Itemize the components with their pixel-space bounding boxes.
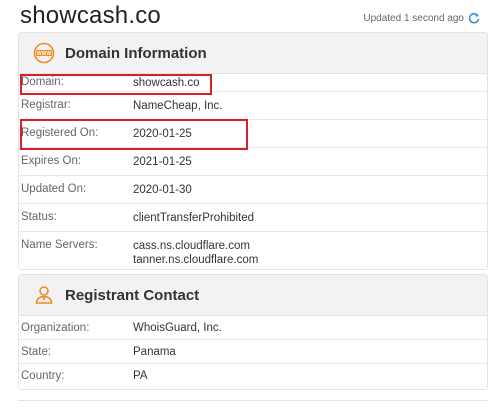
row-label: State: — [21, 346, 52, 358]
row-label: Name Servers: — [21, 239, 98, 251]
page-title: showcash.co — [20, 2, 161, 29]
registrant-row: Country: PA — [19, 364, 487, 388]
row-value: Panama — [133, 346, 176, 358]
row-value-line: tanner.ns.cloudflare.com — [133, 254, 259, 266]
domain-information-title: Domain Information — [65, 44, 207, 62]
person-icon — [33, 284, 55, 306]
updated-text: Updated 1 second ago — [363, 12, 464, 24]
registered-on-highlight-box — [20, 119, 248, 150]
registrant-row: Organization: WhoisGuard, Inc. — [19, 316, 487, 340]
domain-highlight-box — [20, 74, 212, 95]
row-value-line: NameCheap, Inc. — [133, 100, 223, 112]
row-value: PA — [133, 370, 148, 382]
domain-row: Status: clientTransferProhibited — [19, 204, 487, 232]
domain-information-card: WWW Domain Information Domain: showcash.c… — [18, 32, 488, 270]
row-value-line: cass.ns.cloudflare.com — [133, 240, 250, 252]
row-value: clientTransferProhibited — [133, 211, 254, 225]
update-status: Updated 1 second ago — [363, 12, 480, 24]
registrant-contact-card: Registrant Contact Organization: WhoisGua… — [18, 274, 488, 390]
domain-row: Registrar: NameCheap, Inc. — [19, 92, 487, 120]
row-label: Country: — [21, 370, 65, 382]
domain-row: Updated On: 2020-01-30 — [19, 176, 487, 204]
refresh-icon[interactable] — [468, 12, 480, 24]
page-header: showcash.co Updated 1 second ago — [20, 0, 488, 32]
row-label: Status: — [21, 211, 57, 223]
row-label: Expires On: — [21, 155, 82, 167]
row-value: 2021-01-25 — [133, 155, 192, 169]
domain-information-rows: Domain: showcash.co Registrar: NameCheap, I… — [19, 74, 487, 276]
row-value-line: 2020-01-30 — [133, 184, 192, 196]
row-label: Organization: — [21, 322, 90, 334]
row-value: 2020-01-30 — [133, 183, 192, 197]
row-value-line: clientTransferProhibited — [133, 212, 255, 224]
domain-row: Name Servers: cass.ns.cloudflare.com tanne… — [19, 232, 487, 276]
registrant-contact-rows: Organization: WhoisGuard, Inc. State: Panam… — [19, 316, 487, 388]
row-value: NameCheap, Inc. — [133, 99, 223, 113]
row-value-line: 2021-01-25 — [133, 156, 192, 168]
registrant-row: State: Panama — [19, 340, 487, 364]
svg-text:WWW: WWW — [37, 51, 51, 57]
domain-row: Expires On: 2021-01-25 — [19, 148, 487, 176]
registrant-contact-header: Registrant Contact — [19, 275, 487, 316]
row-value: WhoisGuard, Inc. — [133, 322, 222, 334]
row-label: Registrar: — [21, 99, 71, 111]
domain-information-header: WWW Domain Information — [19, 33, 487, 74]
www-globe-icon: WWW — [33, 42, 55, 64]
row-value: cass.ns.cloudflare.com tanner.ns.cloudfla… — [133, 239, 258, 267]
row-label: Updated On: — [21, 183, 87, 195]
registrant-contact-title: Registrant Contact — [65, 286, 200, 304]
